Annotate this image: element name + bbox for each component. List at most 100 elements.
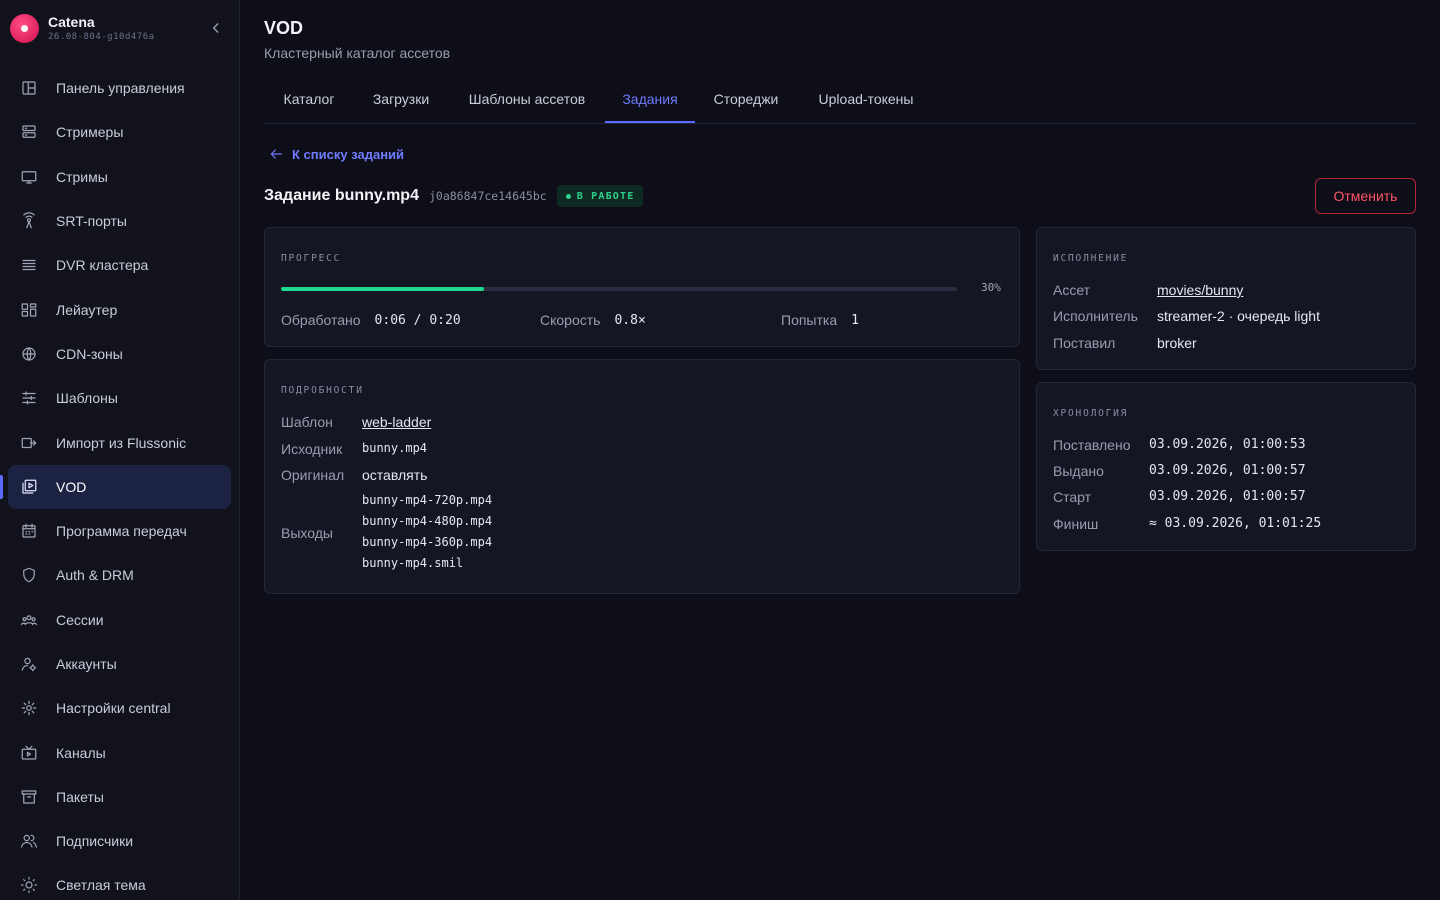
sidebar-item-label: Стримы <box>56 168 108 185</box>
speed-stat: Скорость 0.8× <box>540 312 646 328</box>
globe-icon <box>20 345 38 363</box>
outputs-row: Выходы <box>281 525 362 541</box>
sidebar-item-srt-ports[interactable]: SRT-порты <box>8 199 231 243</box>
job-name: bunny.mp4 <box>334 187 419 204</box>
sidebar-item-label: Настройки central <box>56 700 171 717</box>
timeline-card: ХРОНОЛОГИЯ Поставлено 03.09.2026, 01:00:… <box>1036 382 1416 551</box>
sidebar-item-accounts[interactable]: Аккаунты <box>8 642 231 686</box>
sidebar-item-subscribers[interactable]: Подписчики <box>8 819 231 863</box>
details-card: ПОДРОБНОСТИ Шаблон web-ladder Исходник b… <box>264 359 1020 594</box>
processed-stat: Обработано 0:06 / 0:20 <box>281 312 461 328</box>
speed-value: 0.8× <box>614 312 646 328</box>
sidebar-item-program-guide[interactable]: Программа передач <box>8 509 231 553</box>
original-label: Оригинал <box>281 467 345 483</box>
shield-icon <box>20 566 38 584</box>
output-file: bunny-mp4-360p.mp4 <box>362 535 493 549</box>
arrow-left-icon <box>270 149 282 159</box>
processed-label: Обработано <box>281 312 361 328</box>
gear-icon <box>20 699 38 717</box>
job-title: Задание bunny.mp4 <box>264 187 419 205</box>
server-icon <box>20 123 38 141</box>
sidebar-item-label: Пакеты <box>56 788 104 805</box>
tab-bar: Каталог Загрузки Шаблоны ассетов Задания… <box>264 76 1416 124</box>
sidebar-item-cdn-zones[interactable]: CDN-зоны <box>8 332 231 376</box>
executor-label: Исполнитель <box>1053 308 1138 324</box>
sidebar-item-label: Аккаунты <box>56 656 117 672</box>
sidebar-item-label: Светлая тема <box>56 877 146 894</box>
sidebar-item-label: Лейаутер <box>56 301 118 318</box>
sidebar-item-auth-drm[interactable]: Auth & DRM <box>8 553 231 597</box>
active-indicator <box>0 474 3 499</box>
sidebar-item-channels[interactable]: Каналы <box>8 730 231 774</box>
subscribers-icon <box>20 832 38 850</box>
tab-asset-templates[interactable]: Шаблоны ассетов <box>454 76 600 123</box>
app-name: Catena <box>48 14 95 30</box>
sun-icon <box>20 876 38 894</box>
brand: Catena 26.08-804-g10d476a <box>10 12 230 48</box>
theme-toggle[interactable]: Светлая тема <box>8 863 231 900</box>
attempt-stat: Попытка 1 <box>781 312 859 328</box>
progress-percent: 30% <box>981 281 1001 294</box>
timeline-label: Финиш <box>1053 516 1099 532</box>
processed-value: 0:06 / 0:20 <box>374 312 461 328</box>
outputs-list: bunny-mp4-720p.mp4 bunny-mp4-480p.mp4 bu… <box>362 493 492 577</box>
sidebar-item-central-settings[interactable]: Настройки central <box>8 686 231 730</box>
sidebar-item-label: VOD <box>56 478 87 495</box>
timeline-label: Выдано <box>1053 463 1104 479</box>
sidebar: Catena 26.08-804-g10d476a Панель управле… <box>0 0 240 900</box>
sidebar-item-label: CDN-зоны <box>56 345 123 362</box>
template-link[interactable]: web-ladder <box>362 414 431 430</box>
sidebar-item-dashboard[interactable]: Панель управления <box>8 66 231 110</box>
monitor-icon <box>20 168 38 186</box>
tab-upload-tokens[interactable]: Upload-токены <box>804 76 928 123</box>
sidebar-item-label: Импорт из Flussonic <box>56 434 187 451</box>
tab-catalog[interactable]: Каталог <box>266 76 352 123</box>
output-file: bunny-mp4-480p.mp4 <box>362 514 493 528</box>
video-library-icon <box>20 478 38 496</box>
sidebar-item-streamers[interactable]: Стримеры <box>8 110 231 154</box>
sidebar-nav: Панель управления Стримеры Стримы SRT-по… <box>0 66 231 900</box>
sidebar-item-label: Шаблоны <box>56 390 118 407</box>
page-subtitle: Кластерный каталог ассетов <box>264 45 451 61</box>
collapse-sidebar-button[interactable] <box>206 18 226 38</box>
progress-bar <box>281 287 957 291</box>
sidebar-item-dvr[interactable]: DVR кластера <box>8 243 231 287</box>
sidebar-item-vod[interactable]: VOD <box>0 464 231 509</box>
source-row: Исходник bunny.mp4 <box>281 441 427 457</box>
sidebar-item-sessions[interactable]: Сессии <box>8 598 231 642</box>
timeline-value: 03.09.2026, 01:00:57 <box>1149 489 1306 504</box>
outputs-label: Выходы <box>281 525 333 541</box>
attempt-label: Попытка <box>781 312 838 328</box>
storage-icon <box>20 256 38 274</box>
asset-link[interactable]: movies/bunny <box>1157 282 1243 298</box>
timeline-label: Поставлено <box>1053 437 1131 453</box>
sidebar-item-streams[interactable]: Стримы <box>8 155 231 199</box>
sidebar-item-label: Программа передач <box>56 523 187 540</box>
sidebar-item-flussonic-import[interactable]: Импорт из Flussonic <box>8 420 231 464</box>
tab-storages[interactable]: Стореджи <box>701 76 791 123</box>
timeline-card-label: ХРОНОЛОГИЯ <box>1053 408 1129 419</box>
original-row: Оригинал оставлять <box>281 467 427 483</box>
output-file: bunny-mp4.smil <box>362 556 464 570</box>
template-label: Шаблон <box>281 414 333 430</box>
executor-row: Исполнитель streamer-2 · очередь light <box>1053 308 1320 324</box>
executor-value: streamer-2 · очередь light <box>1157 308 1320 324</box>
execution-card-label: ИСПОЛНЕНИЕ <box>1053 253 1129 264</box>
timeline-value: 03.09.2026, 01:00:53 <box>1149 437 1306 452</box>
catena-logo-icon <box>10 14 39 43</box>
calendar-icon <box>20 522 38 540</box>
timeline-value: ≈ 03.09.2026, 01:01:25 <box>1149 516 1322 531</box>
chevron-left-icon <box>212 23 219 33</box>
back-to-jobs-link[interactable]: К списку заданий <box>268 146 404 162</box>
timeline-row: Выдано 03.09.2026, 01:00:57 <box>1053 463 1306 479</box>
sidebar-item-templates[interactable]: Шаблоны <box>8 376 231 420</box>
cancel-job-button[interactable]: Отменить <box>1315 178 1416 214</box>
page-title: VOD <box>264 18 304 38</box>
tab-jobs[interactable]: Задания <box>605 76 695 123</box>
sidebar-item-layouter[interactable]: Лейаутер <box>8 287 231 331</box>
execution-card: ИСПОЛНЕНИЕ Ассет movies/bunny Исполнител… <box>1036 227 1416 370</box>
tab-uploads[interactable]: Загрузки <box>360 76 442 123</box>
sidebar-item-packages[interactable]: Пакеты <box>8 775 231 819</box>
status-dot-icon <box>565 193 571 199</box>
attempt-value: 1 <box>851 312 859 328</box>
